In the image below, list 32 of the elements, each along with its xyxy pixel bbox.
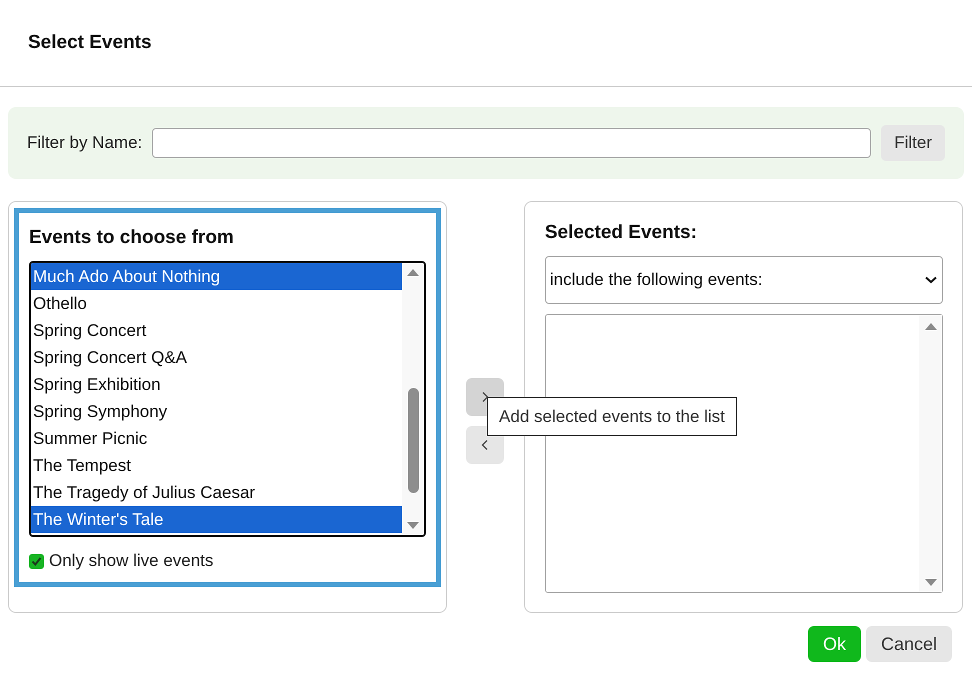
event-option[interactable]: Othello [31, 290, 402, 317]
event-option[interactable]: Spring Symphony [31, 398, 402, 425]
scroll-thumb[interactable] [408, 388, 419, 493]
event-option[interactable]: Spring Concert [31, 317, 402, 344]
event-option[interactable]: The Tempest [31, 452, 402, 479]
scrollbar[interactable] [919, 315, 942, 592]
tooltip: Add selected events to the list [487, 397, 737, 436]
live-events-checkbox[interactable] [29, 554, 44, 568]
event-option[interactable]: Spring Concert Q&A [31, 344, 402, 371]
event-option[interactable]: Summer Picnic [31, 425, 402, 452]
event-option[interactable]: The Tragedy of Julius Caesar [31, 479, 402, 506]
scroll-down-icon[interactable] [406, 521, 420, 531]
event-option[interactable]: The Winter's Tale [31, 506, 402, 533]
scroll-up-icon[interactable] [406, 267, 420, 277]
cancel-button[interactable]: Cancel [866, 626, 952, 662]
filter-label: Filter by Name: [27, 133, 142, 153]
panel-title: Events to choose from [29, 227, 235, 249]
event-option[interactable]: Much Ado About Nothing [31, 263, 402, 290]
events-listbox[interactable]: Much Ado About Nothing Othello Spring Concert Spring Concert Q&A Spring Exhibition Spring Symphony Summer Picnic The Tempest The Tragedy of Julius Caesar The Winter's Tale [29, 261, 426, 537]
chevron-down-icon [924, 275, 938, 285]
scroll-down-icon[interactable] [924, 578, 938, 588]
mode-dropdown[interactable]: include the following events: [544, 256, 943, 304]
filter-button[interactable]: Filter [881, 125, 945, 161]
filter-input[interactable] [152, 128, 872, 158]
event-option[interactable]: Spring Exhibition [31, 371, 402, 398]
scrollbar[interactable] [402, 263, 424, 535]
panel-title: Selected Events: [544, 222, 698, 244]
scroll-up-icon[interactable] [924, 321, 938, 331]
chevron-left-icon [480, 439, 490, 451]
chevron-right-icon [480, 391, 490, 403]
checkbox-label: Only show live events [49, 551, 214, 571]
dialog-title: Select Events [28, 32, 152, 54]
